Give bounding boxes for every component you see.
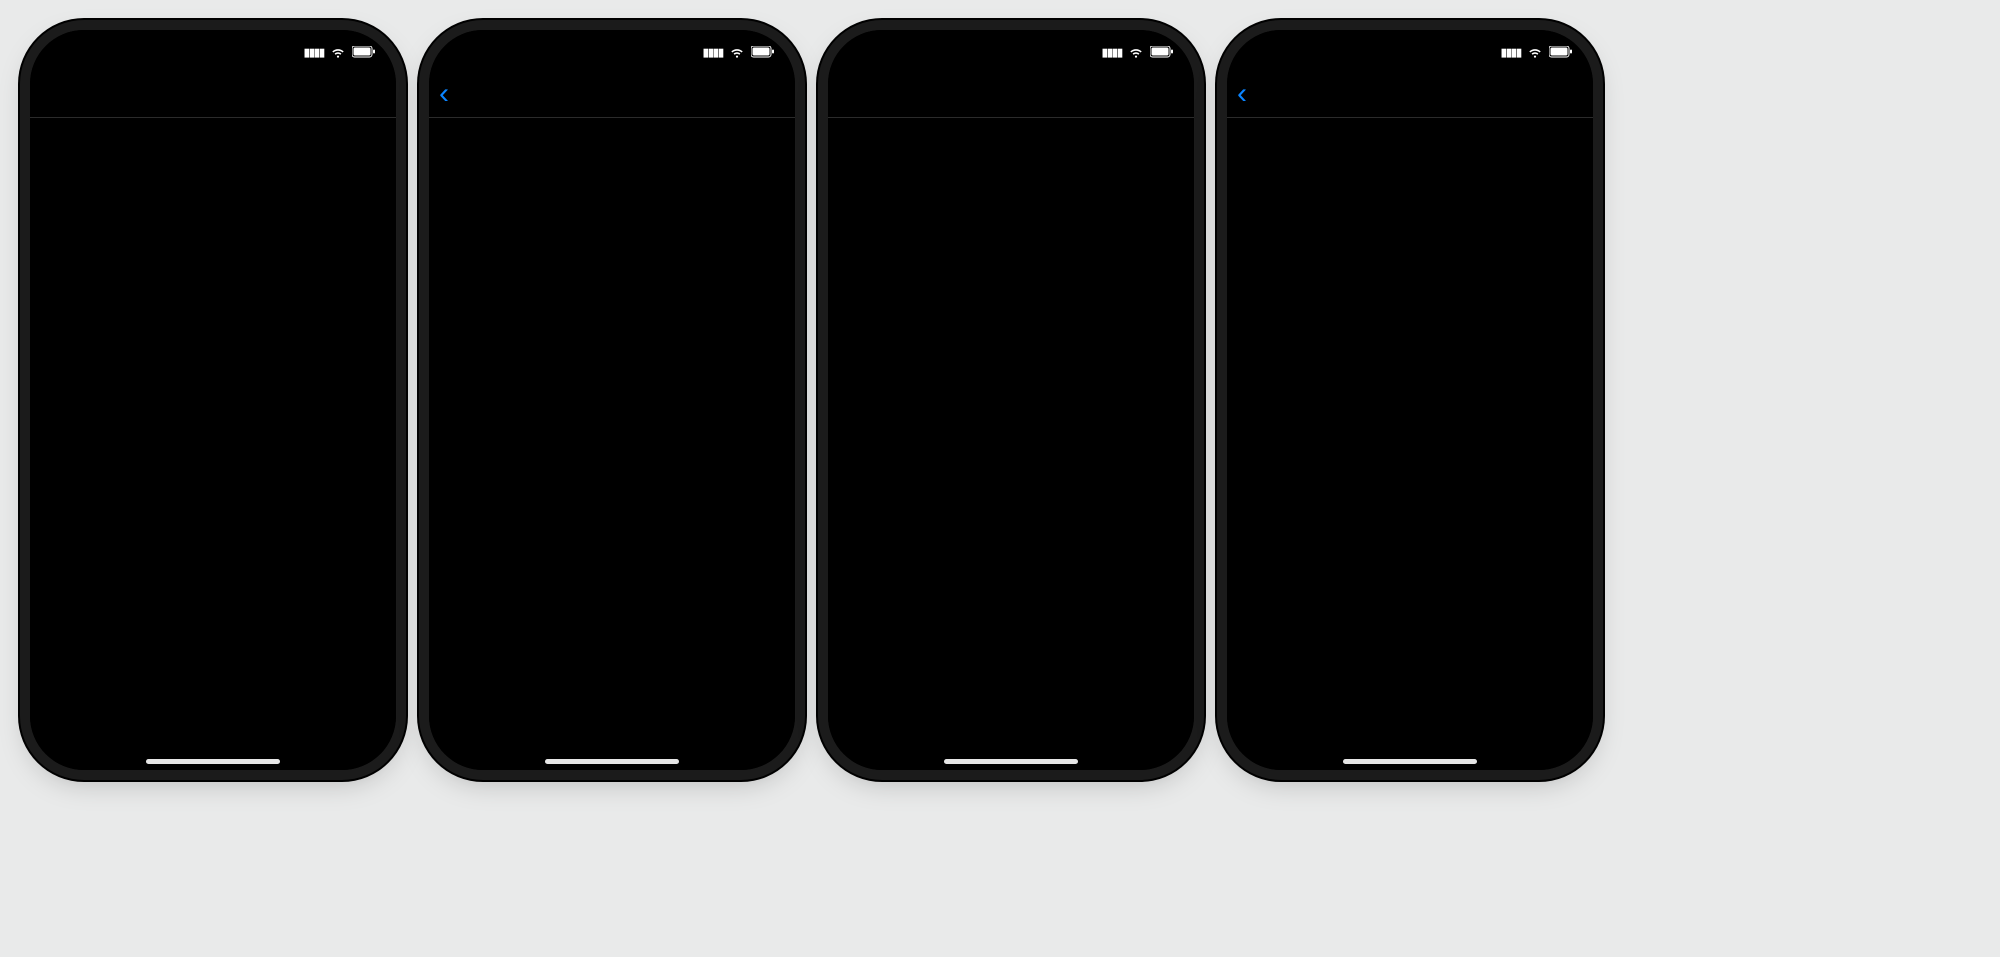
- status-indicators: ▮▮▮▮: [1501, 46, 1573, 59]
- navbar: [1227, 74, 1593, 118]
- home-indicator[interactable]: [146, 759, 280, 764]
- navbar: [429, 74, 795, 118]
- navbar: [828, 74, 1194, 118]
- navbar: [30, 74, 396, 118]
- status-indicators: ▮▮▮▮: [1102, 46, 1174, 59]
- status-indicators: ▮▮▮▮: [703, 46, 775, 59]
- status-indicators: ▮▮▮▮: [304, 46, 376, 59]
- home-indicator[interactable]: [944, 759, 1078, 764]
- home-indicator[interactable]: [545, 759, 679, 764]
- home-indicator[interactable]: [1343, 759, 1477, 764]
